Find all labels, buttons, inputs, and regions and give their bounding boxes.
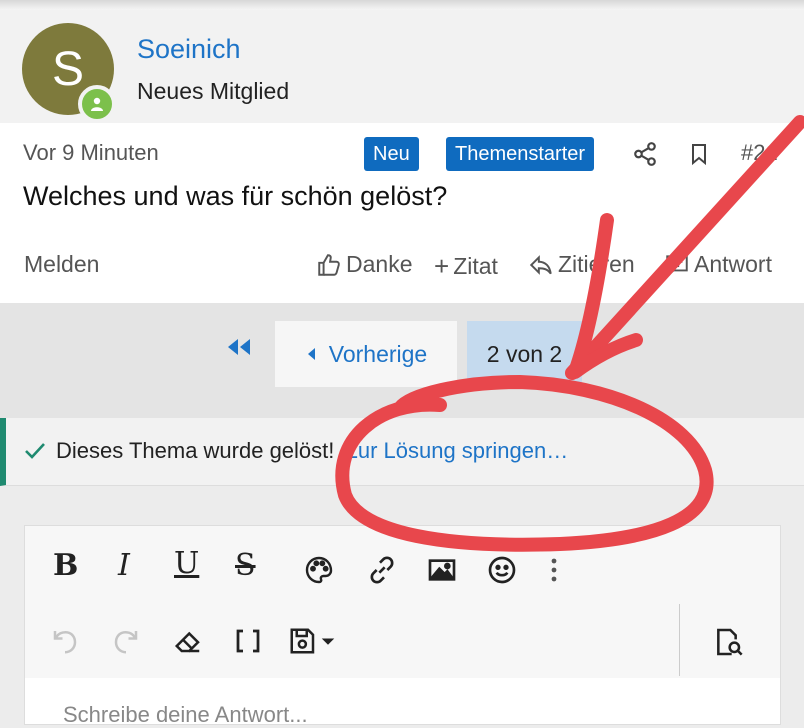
solved-text: Dieses Thema wurde gelöst! (56, 438, 335, 463)
reply-arrow-icon (529, 254, 552, 275)
toolbar-divider (679, 604, 680, 676)
cite-button[interactable]: Zitieren (528, 251, 635, 278)
palette-icon[interactable] (303, 554, 335, 586)
image-icon[interactable] (426, 554, 458, 586)
eraser-icon[interactable] (172, 626, 204, 656)
undo-icon[interactable] (50, 626, 80, 656)
redo-icon[interactable] (111, 626, 141, 656)
pagination: Vorherige 2 von 2 (0, 303, 804, 418)
underline-button[interactable]: U (174, 546, 199, 581)
jump-to-solution-link[interactable]: Zur Lösung springen… (344, 438, 568, 464)
online-status-icon (78, 85, 116, 123)
bold-button[interactable]: B (53, 548, 78, 583)
thanks-label: Danke (346, 251, 413, 277)
report-label: Melden (24, 251, 100, 277)
quote-label: Zitat (453, 253, 498, 279)
current-page-indicator[interactable]: 2 von 2 (467, 321, 582, 387)
bookmark-icon[interactable] (684, 139, 714, 169)
top-shadow-bar (0, 0, 804, 10)
first-page-icon[interactable] (225, 337, 253, 363)
username-link[interactable]: Soeinich (137, 34, 241, 65)
thanks-button[interactable]: Danke (316, 251, 412, 278)
new-badge: Neu (364, 137, 419, 171)
report-link[interactable]: Melden (24, 251, 99, 278)
thumbs-up-icon (318, 253, 340, 276)
share-icon[interactable] (630, 139, 660, 169)
comment-icon (666, 254, 688, 277)
more-options-icon[interactable] (548, 554, 560, 586)
solved-notice: Dieses Thema wurde gelöst! Zur Lösung sp… (0, 418, 804, 486)
checkmark-icon (25, 443, 45, 459)
previous-label: Vorherige (328, 340, 428, 367)
post-actions: Melden Danke + Zitat Zitieren Antwort (0, 251, 804, 285)
save-draft-icon[interactable] (287, 626, 339, 656)
plus-icon: + (434, 251, 450, 281)
post-timestamp[interactable]: Vor 9 Minuten (23, 140, 159, 166)
avatar-letter: S (51, 42, 84, 96)
smiley-icon[interactable] (486, 554, 518, 586)
previous-page-button[interactable]: Vorherige (275, 321, 457, 387)
reply-button[interactable]: Antwort (664, 251, 772, 278)
code-brackets-icon[interactable] (232, 626, 264, 656)
post-number-link[interactable]: #21 (741, 140, 778, 166)
user-header: S Soeinich Neues Mitglied (0, 10, 804, 123)
reply-editor: B I U S Schreibe deine Antwort... (24, 525, 781, 728)
cite-label: Zitieren (558, 251, 635, 277)
italic-button[interactable]: I (118, 548, 130, 583)
quote-button[interactable]: + Zitat (434, 251, 498, 282)
reply-label: Antwort (694, 251, 772, 277)
preview-icon[interactable] (711, 626, 747, 658)
editor-toolbar: B I U S (25, 526, 780, 678)
link-icon[interactable] (366, 554, 398, 586)
reply-textarea[interactable]: Schreibe deine Antwort... (63, 702, 308, 728)
thread-starter-badge: Themenstarter (446, 137, 595, 171)
caret-left-icon (307, 348, 315, 360)
strikethrough-button[interactable]: S (235, 548, 256, 583)
user-title: Neues Mitglied (137, 78, 290, 104)
post-body: Welches und was für schön gelöst? (23, 181, 448, 211)
post: Vor 9 Minuten Neu Themenstarter #21 Welc… (0, 123, 804, 303)
